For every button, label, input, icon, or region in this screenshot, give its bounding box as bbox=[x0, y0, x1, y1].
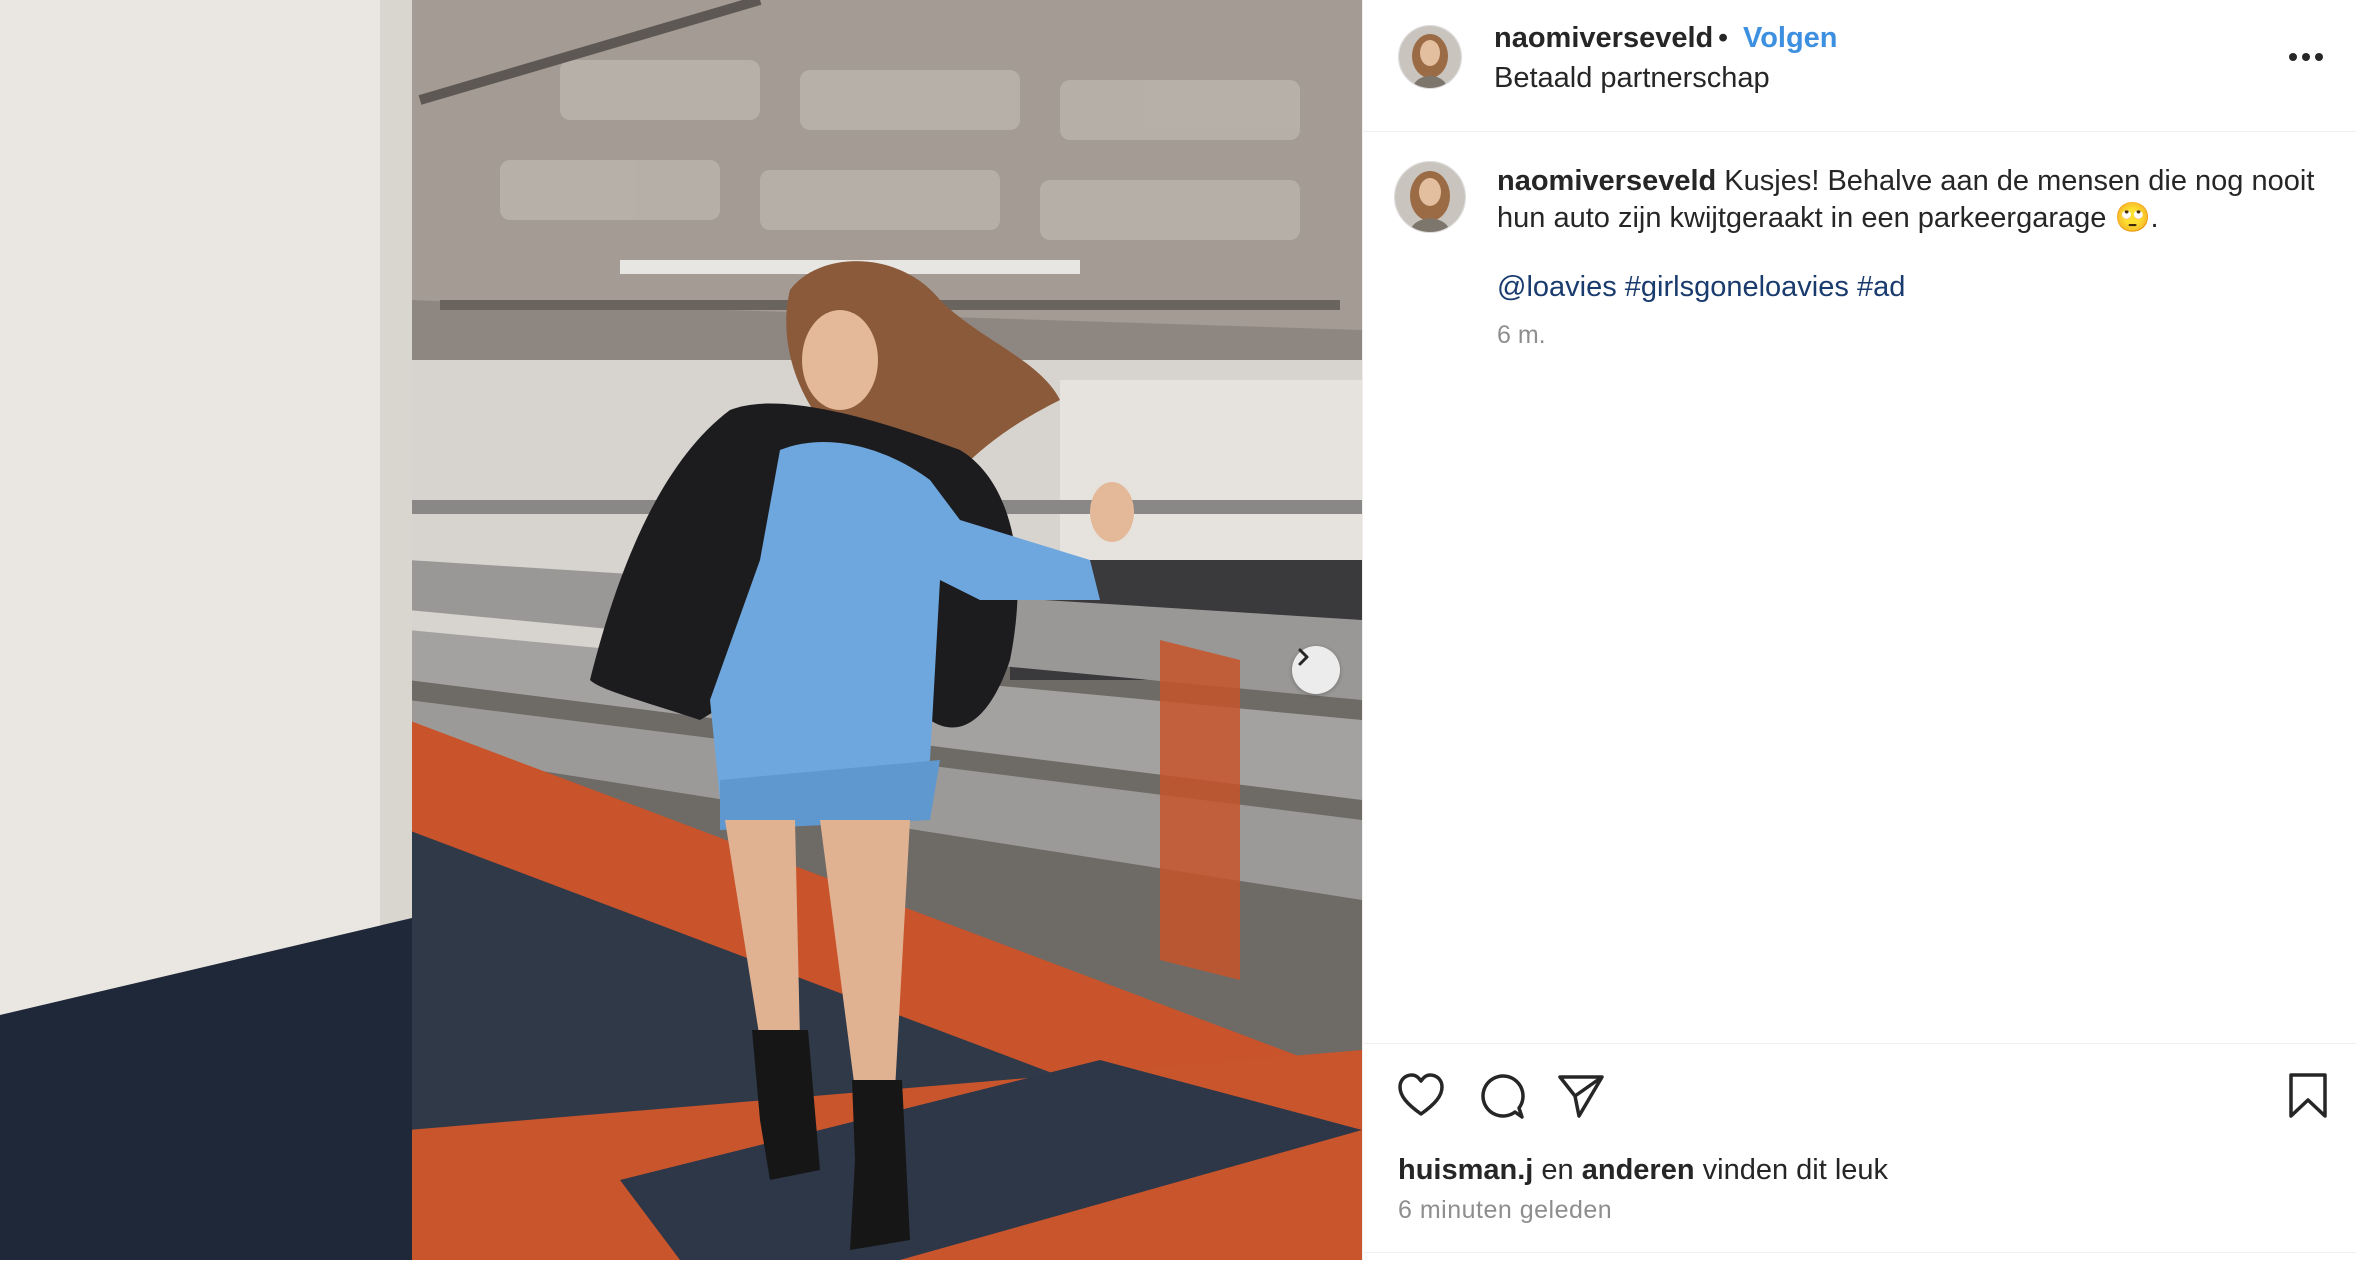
caption-username[interactable]: naomiverseveld bbox=[1497, 165, 1716, 197]
post-timestamp[interactable]: 6 minuten geleden bbox=[1398, 1196, 1612, 1225]
parking-garage-photo bbox=[0, 0, 1362, 1260]
paid-partnership-label[interactable]: Betaald partnerschap bbox=[1494, 62, 1770, 95]
liked-joiner: en bbox=[1541, 1154, 1574, 1186]
separator-dot: • bbox=[1718, 22, 1729, 54]
username-link[interactable]: naomiverseveld bbox=[1494, 22, 1713, 55]
post-header: naomiverseveld • Volgen Betaald partners… bbox=[1363, 0, 2356, 132]
comment-icon bbox=[1481, 1074, 1525, 1119]
likes-summary: huisman.j en anderen vinden dit leuk bbox=[1398, 1154, 1888, 1187]
avatar-image bbox=[1395, 162, 1465, 232]
like-button[interactable] bbox=[1397, 1072, 1445, 1125]
post-sidebar: naomiverseveld • Volgen Betaald partners… bbox=[1362, 0, 2356, 1260]
post-photo[interactable] bbox=[0, 0, 1362, 1260]
caption-tags: @loavies #girlsgoneloavies #ad bbox=[1497, 271, 1905, 304]
avatar-image bbox=[1399, 26, 1461, 88]
caption-text-block: naomiverseveld Kusjes! Behalve aan de me… bbox=[1497, 163, 2327, 237]
more-options-button[interactable] bbox=[2283, 40, 2329, 74]
follow-button[interactable]: Volgen bbox=[1743, 22, 1838, 55]
share-button[interactable] bbox=[1557, 1072, 1605, 1125]
caption-timestamp[interactable]: 6 m. bbox=[1497, 321, 1546, 350]
liked-by-user[interactable]: huisman.j bbox=[1398, 1154, 1533, 1186]
avatar[interactable] bbox=[1398, 25, 1462, 89]
heart-icon bbox=[1398, 1073, 1444, 1116]
send-icon bbox=[1558, 1075, 1604, 1118]
bookmark-icon bbox=[2289, 1073, 2327, 1118]
tag-hashtag[interactable]: #girlsgoneloavies bbox=[1625, 271, 1849, 303]
post-actions: huisman.j en anderen vinden dit leuk 6 m… bbox=[1363, 1043, 2356, 1261]
instagram-post-view: naomiverseveld • Volgen Betaald partners… bbox=[0, 0, 2356, 1260]
tag-mention[interactable]: @loavies bbox=[1497, 271, 1617, 303]
more-horizontal-icon bbox=[2289, 53, 2323, 61]
comment-button[interactable] bbox=[1477, 1072, 1525, 1125]
next-photo-button[interactable] bbox=[1292, 646, 1340, 694]
save-button[interactable] bbox=[2287, 1072, 2329, 1125]
tag-hashtag[interactable]: #ad bbox=[1857, 271, 1905, 303]
chevron-right-icon bbox=[1298, 648, 1309, 666]
divider bbox=[1363, 1252, 2356, 1253]
caption-avatar[interactable] bbox=[1394, 161, 1466, 233]
liked-others-link[interactable]: anderen bbox=[1582, 1154, 1695, 1186]
liked-suffix: vinden dit leuk bbox=[1702, 1154, 1889, 1186]
